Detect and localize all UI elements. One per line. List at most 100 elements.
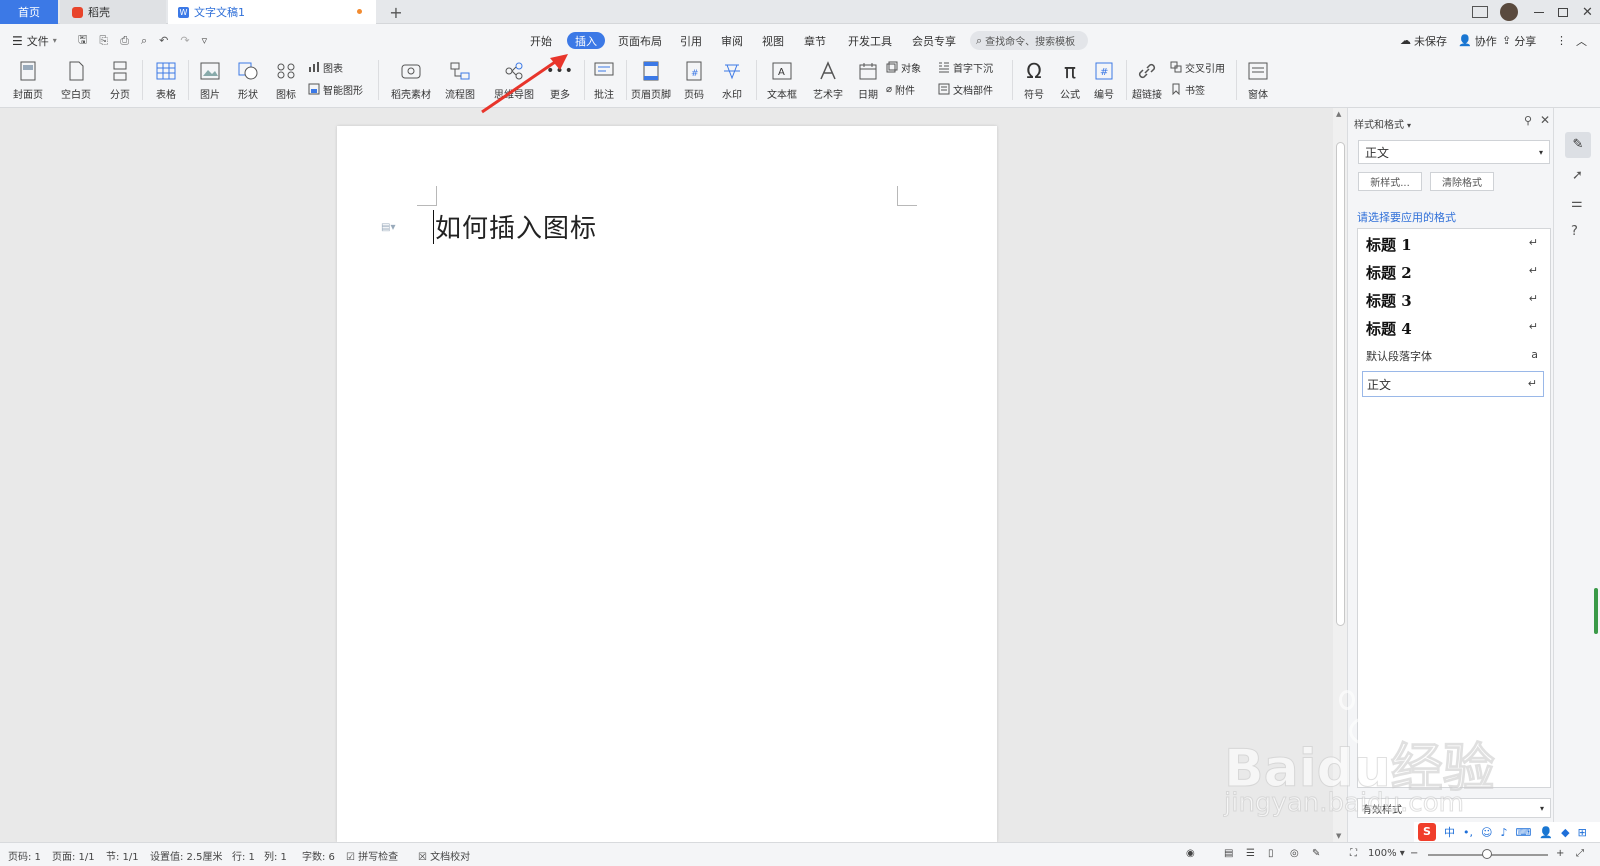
bookmark-button[interactable]: 书签 xyxy=(1170,80,1205,98)
collab-button[interactable]: 👤 协作 xyxy=(1458,32,1497,49)
keyboard-icon[interactable]: ⌨ xyxy=(1516,826,1532,839)
date-button[interactable]: 日期 xyxy=(846,58,890,104)
sogou-logo-icon[interactable]: S xyxy=(1418,823,1436,841)
icon-button[interactable]: 图标 xyxy=(264,58,308,104)
tab-home[interactable]: 首页 xyxy=(0,0,58,24)
customize-icon[interactable]: ▿ xyxy=(202,34,208,47)
layout-icon[interactable] xyxy=(1472,6,1488,18)
unsaved-button[interactable]: ☁ 未保存 xyxy=(1400,32,1447,49)
material-button[interactable]: 稻壳素材 xyxy=(386,58,436,104)
save-icon[interactable]: 🖫 xyxy=(78,31,87,50)
comment-button[interactable]: 批注 xyxy=(582,58,626,104)
undo-icon[interactable]: ↶ xyxy=(159,34,168,47)
menu-item-member[interactable]: 会员专享 xyxy=(912,32,956,49)
settings-sliders-icon[interactable]: ⚌ xyxy=(1571,196,1583,211)
avatar[interactable] xyxy=(1500,3,1518,21)
crossref-button[interactable]: 交叉引用 xyxy=(1170,58,1225,76)
new-style-button[interactable]: 新样式... xyxy=(1358,172,1422,191)
textbox-button[interactable]: A 文本框 xyxy=(760,58,804,104)
spell-check-toggle[interactable]: ☑ 拼写检查 xyxy=(346,848,398,863)
grid-icon[interactable]: ⊞ xyxy=(1578,826,1587,839)
menu-item-reference[interactable]: 引用 xyxy=(680,32,702,49)
restore-icon[interactable] xyxy=(1558,7,1568,17)
status-col[interactable]: 列: 1 xyxy=(264,848,287,863)
help-icon[interactable]: ? xyxy=(1571,224,1578,239)
user-icon[interactable]: 👤 xyxy=(1539,826,1553,839)
menu-item-start[interactable]: 开始 xyxy=(530,32,552,49)
chevron-down-icon[interactable]: ▾ xyxy=(1407,121,1411,130)
outline-view-icon[interactable]: ☰ xyxy=(1246,848,1255,859)
menu-item-view[interactable]: 视图 xyxy=(762,32,784,49)
web-view-icon[interactable]: ◎ xyxy=(1290,848,1299,859)
close-icon[interactable]: ✕ xyxy=(1582,5,1593,20)
style-heading-2[interactable]: 标题 2 ↵ xyxy=(1362,259,1544,285)
punctuation-icon[interactable]: •, xyxy=(1463,826,1473,839)
menu-item-layout[interactable]: 页面布局 xyxy=(618,32,662,49)
style-body-text[interactable]: 正文 ↵ xyxy=(1362,371,1544,397)
style-heading-3[interactable]: 标题 3 ↵ xyxy=(1362,287,1544,313)
window-form-button[interactable]: 窗体 xyxy=(1236,58,1280,104)
skin-icon[interactable]: ◆ xyxy=(1561,826,1569,839)
document-page[interactable]: ▤▾ 如何插入图标 xyxy=(337,126,997,842)
collapse-ribbon-icon[interactable]: ︿ xyxy=(1576,32,1587,49)
preview-icon[interactable]: ⌕ xyxy=(141,34,147,48)
doc-proof-toggle[interactable]: ☒ 文档校对 xyxy=(418,848,470,863)
chart-button[interactable]: 图表 xyxy=(308,58,343,76)
blank-page-button[interactable]: 空白页 xyxy=(54,58,98,104)
menu-item-insert[interactable]: 插入 xyxy=(567,32,605,49)
more-button[interactable]: ••• 更多 xyxy=(538,58,582,104)
table-button[interactable]: 表格 xyxy=(144,58,188,104)
hyperlink-button[interactable]: 超链接 xyxy=(1126,58,1168,104)
status-words[interactable]: 字数: 6 xyxy=(302,848,335,863)
file-menu[interactable]: ☰ 文件 ▾ xyxy=(12,32,57,49)
zoom-level[interactable]: 100% ▾ xyxy=(1368,848,1405,859)
minimize-icon[interactable] xyxy=(1534,11,1544,13)
wordart-button[interactable]: 艺术字 xyxy=(806,58,850,104)
status-page-code[interactable]: 页码: 1 xyxy=(8,848,41,863)
status-page[interactable]: 页面: 1/1 xyxy=(52,848,95,863)
show-styles-select[interactable]: 有效样式 ▾ xyxy=(1357,798,1551,818)
zoom-slider-thumb[interactable] xyxy=(1482,849,1492,859)
object-button[interactable]: 对象 xyxy=(886,58,921,76)
page-view-icon[interactable]: ▤ xyxy=(1224,848,1233,859)
menu-item-devtools[interactable]: 开发工具 xyxy=(848,32,892,49)
page-break-button[interactable]: 分页 xyxy=(98,58,142,104)
document-body-text[interactable]: 如何插入图标 xyxy=(435,208,597,245)
zoom-in-icon[interactable]: + xyxy=(1556,848,1564,859)
print-icon[interactable]: ⎙ xyxy=(120,34,129,48)
new-tab-button[interactable]: + xyxy=(382,0,410,24)
paragraph-handle-icon[interactable]: ▤▾ xyxy=(381,222,395,233)
clear-format-button[interactable]: 清除格式 xyxy=(1430,172,1494,191)
ime-mode-icon[interactable]: 中 xyxy=(1444,824,1455,840)
eye-protect-icon[interactable]: ◉ xyxy=(1186,848,1195,859)
menu-item-review[interactable]: 审阅 xyxy=(721,32,743,49)
tab-document[interactable]: W 文字文稿1 xyxy=(168,0,376,24)
export-icon[interactable]: ⎘ xyxy=(99,34,108,48)
style-heading-4[interactable]: 标题 4 ↵ xyxy=(1362,315,1544,341)
current-style-select[interactable]: 正文 ▾ xyxy=(1358,140,1550,164)
scroll-up-icon[interactable]: ▲ xyxy=(1336,110,1341,118)
flowchart-button[interactable]: 流程图 xyxy=(438,58,482,104)
style-heading-1[interactable]: 标题 1 ↵ xyxy=(1362,231,1544,257)
search-input[interactable]: ⌕ 查找命令、搜索模板 xyxy=(970,31,1088,50)
fullscreen-icon[interactable]: ⤢ xyxy=(1576,848,1584,859)
mindmap-button[interactable]: 思维导图 xyxy=(488,58,540,104)
style-pencil-icon[interactable]: ✎ xyxy=(1565,132,1591,158)
numbering-button[interactable]: # 编号 xyxy=(1082,58,1126,104)
smartart-button[interactable]: 智能图形 xyxy=(308,80,363,98)
header-footer-button[interactable]: 页眉页脚 xyxy=(628,58,674,104)
style-default-paragraph-font[interactable]: 默认段落字体 a xyxy=(1362,343,1544,369)
status-section[interactable]: 节: 1/1 xyxy=(106,848,139,863)
docpart-button[interactable]: 文档部件 xyxy=(938,80,993,98)
dropcap-button[interactable]: 首字下沉 xyxy=(938,58,993,76)
attachment-button[interactable]: ⌀ 附件 xyxy=(886,80,915,98)
fit-page-icon[interactable]: ⛶ xyxy=(1350,848,1357,859)
zoom-out-icon[interactable]: − xyxy=(1410,848,1418,859)
tab-daoke[interactable]: 稻壳 xyxy=(60,0,166,24)
watermark-button[interactable]: 水印 xyxy=(710,58,754,104)
emoji-icon[interactable]: ☺ xyxy=(1481,826,1492,839)
microphone-icon[interactable]: ♪ xyxy=(1500,826,1507,839)
status-setting[interactable]: 设置值: 2.5厘米 xyxy=(150,848,222,863)
menu-item-chapter[interactable]: 章节 xyxy=(804,32,826,49)
pin-icon[interactable]: ⚲ xyxy=(1524,114,1532,127)
